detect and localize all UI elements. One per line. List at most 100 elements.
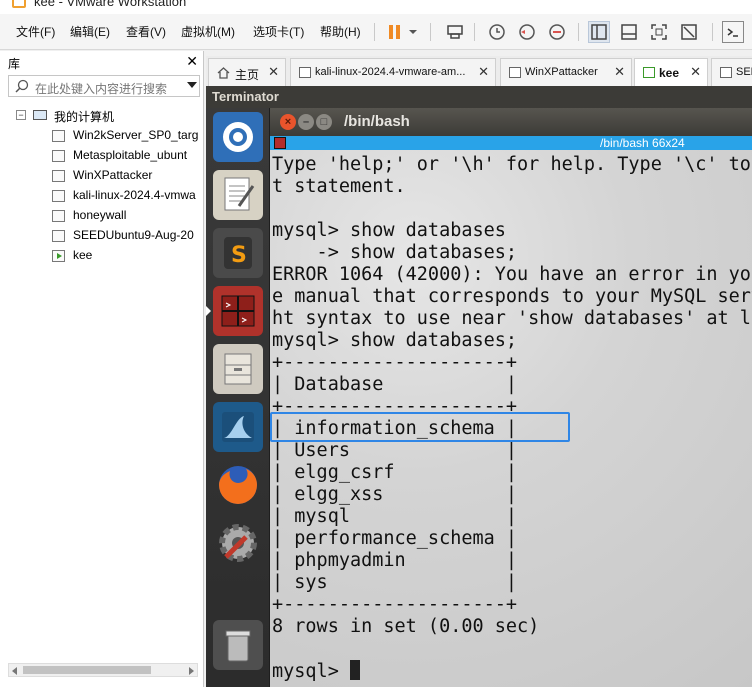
vm-label: Win2kServer_SP0_targ xyxy=(73,128,199,142)
vm-icon xyxy=(52,230,65,242)
unity-mode-button[interactable] xyxy=(678,21,700,43)
highlighted-command-box xyxy=(270,412,570,442)
tree-item-vm[interactable]: SEEDUbuntu9-Aug-20 xyxy=(52,227,202,245)
toolbar-separator xyxy=(374,23,375,41)
vm-icon xyxy=(52,170,65,182)
minimize-window-icon[interactable]: – xyxy=(298,114,314,130)
keyboard-icon xyxy=(447,25,463,39)
vm-icon xyxy=(299,67,311,78)
close-tab-icon[interactable]: ✕ xyxy=(478,64,489,80)
ubuntu-top-panel: Terminator xyxy=(206,86,752,108)
vm-label: Metasploitable_ubunt xyxy=(73,148,188,162)
terminal-line: | Users | xyxy=(272,440,518,461)
snapshot-manager-icon xyxy=(549,24,565,40)
launcher-firefox-icon[interactable] xyxy=(213,460,263,510)
library-search-input[interactable]: 在此处键入内容进行搜索 xyxy=(8,75,200,97)
tab-label: SEE xyxy=(736,66,752,78)
terminal-line: -> show databases; xyxy=(272,242,518,263)
launcher-sublime-text-icon[interactable]: S xyxy=(213,228,263,278)
vm-console[interactable]: Terminator S × – □ /bin/bash /bin/bash 6… xyxy=(206,86,752,687)
tree-item-vm[interactable]: honeywall xyxy=(52,207,202,225)
terminal-line: 8 rows in set (0.00 sec) xyxy=(272,616,540,637)
close-tab-icon[interactable]: ✕ xyxy=(268,64,279,80)
revert-snapshot-button[interactable] xyxy=(516,21,538,43)
terminal-line: +--------------------+ xyxy=(272,594,518,615)
tab-bar: 主页 ✕ kali-linux-2024.4-vmware-am... ✕ Wi… xyxy=(206,56,752,88)
full-screen-button[interactable] xyxy=(648,21,670,43)
tab-home[interactable]: 主页 ✕ xyxy=(208,58,286,86)
vm-running-icon xyxy=(52,250,65,262)
menu-file[interactable]: 文件(F) xyxy=(16,23,55,40)
unity-icon xyxy=(681,24,697,40)
terminal-prompt: mysql> xyxy=(272,661,350,682)
vm-icon xyxy=(509,67,521,78)
tree-item-vm[interactable]: Metasploitable_ubunt xyxy=(52,147,202,165)
close-window-icon[interactable]: × xyxy=(280,114,296,130)
launcher-wireshark-icon[interactable] xyxy=(213,402,263,452)
tab-kali-linux[interactable]: kali-linux-2024.4-vmware-am... ✕ xyxy=(290,58,496,86)
scroll-left-icon[interactable] xyxy=(12,667,17,675)
tree-item-vm[interactable]: Win2kServer_SP0_targ xyxy=(52,127,202,145)
terminal-cursor xyxy=(349,660,360,680)
menu-edit[interactable]: 编辑(E) xyxy=(70,23,110,40)
search-icon xyxy=(15,79,29,93)
send-ctrl-alt-del-button[interactable] xyxy=(444,21,466,43)
terminal-line: t statement. xyxy=(272,176,406,197)
menu-view[interactable]: 查看(V) xyxy=(126,23,166,40)
terminator-window[interactable]: × – □ /bin/bash /bin/bash 66x24 Type 'he… xyxy=(270,108,752,687)
maximize-window-icon[interactable]: □ xyxy=(316,114,332,130)
launcher-system-settings-icon[interactable] xyxy=(213,518,263,568)
terminal-titlebar: × – □ /bin/bash xyxy=(270,108,752,136)
terminal-line: | elgg_csrf | xyxy=(272,462,518,483)
close-library-icon[interactable]: ✕ xyxy=(186,53,198,70)
terminal-line: mysql> show databases xyxy=(272,220,506,241)
fullscreen-icon xyxy=(651,24,667,40)
thumbnail-panel-icon xyxy=(621,24,637,40)
vm-label: honeywall xyxy=(73,208,127,222)
menu-help[interactable]: 帮助(H) xyxy=(320,23,361,40)
scrollbar-thumb[interactable] xyxy=(23,666,151,674)
snapshot-manager-button[interactable] xyxy=(546,21,568,43)
vm-label: kee xyxy=(73,248,93,262)
launcher-text-editor-icon[interactable] xyxy=(213,170,263,220)
snapshot-button[interactable] xyxy=(486,21,508,43)
launcher-trash-icon[interactable] xyxy=(213,620,263,670)
toolbar-separator xyxy=(712,23,713,41)
menu-bar: 文件(F) 编辑(E) 查看(V) 虚拟机(M) 选项卡(T) 帮助(H) xyxy=(0,14,752,50)
terminal-title: /bin/bash xyxy=(344,113,410,130)
vm-icon xyxy=(720,67,732,78)
vm-icon xyxy=(52,130,65,142)
vm-label: WinXPattacker xyxy=(73,168,153,182)
vm-icon xyxy=(52,210,65,222)
terminal-line: | performance_schema | xyxy=(272,528,518,549)
menu-tabs[interactable]: 选项卡(T) xyxy=(253,23,304,40)
close-tab-icon[interactable]: ✕ xyxy=(614,64,625,80)
pause-button[interactable] xyxy=(384,21,406,43)
tree-item-vm[interactable]: kali-linux-2024.4-vmwa xyxy=(52,187,202,205)
console-view-button[interactable] xyxy=(722,21,744,43)
search-dropdown-icon[interactable] xyxy=(187,82,197,88)
show-library-button[interactable] xyxy=(588,21,610,43)
pause-icon xyxy=(389,25,400,39)
tab-kee[interactable]: kee ✕ xyxy=(634,58,708,88)
terminal-group-header: /bin/bash 66x24 xyxy=(270,136,752,150)
vm-label: kali-linux-2024.4-vmwa xyxy=(73,188,196,202)
menu-vm[interactable]: 虚拟机(M) xyxy=(181,23,235,40)
thumbnail-bar-button[interactable] xyxy=(618,21,640,43)
terminator-grid-icon[interactable] xyxy=(274,137,286,149)
vmware-app-icon xyxy=(12,0,26,8)
tree-item-vm[interactable]: WinXPattacker xyxy=(52,167,202,185)
power-dropdown-button[interactable] xyxy=(406,21,420,43)
library-horizontal-scrollbar[interactable] xyxy=(8,663,198,677)
close-tab-icon[interactable]: ✕ xyxy=(690,64,701,80)
launcher-ubuntu-dash-icon[interactable] xyxy=(213,112,263,162)
tab-seed[interactable]: SEE xyxy=(711,58,752,86)
launcher-file-cabinet-icon[interactable] xyxy=(213,344,263,394)
tree-item-vm-running[interactable]: kee xyxy=(52,247,202,265)
collapse-toggle-icon[interactable]: − xyxy=(16,110,26,120)
launcher-terminator-icon[interactable] xyxy=(206,286,263,336)
vm-icon xyxy=(52,150,65,162)
tab-winxpattacker[interactable]: WinXPattacker ✕ xyxy=(500,58,632,86)
scroll-right-icon[interactable] xyxy=(189,667,194,675)
terminal-prompt-line[interactable]: mysql> xyxy=(272,660,360,683)
